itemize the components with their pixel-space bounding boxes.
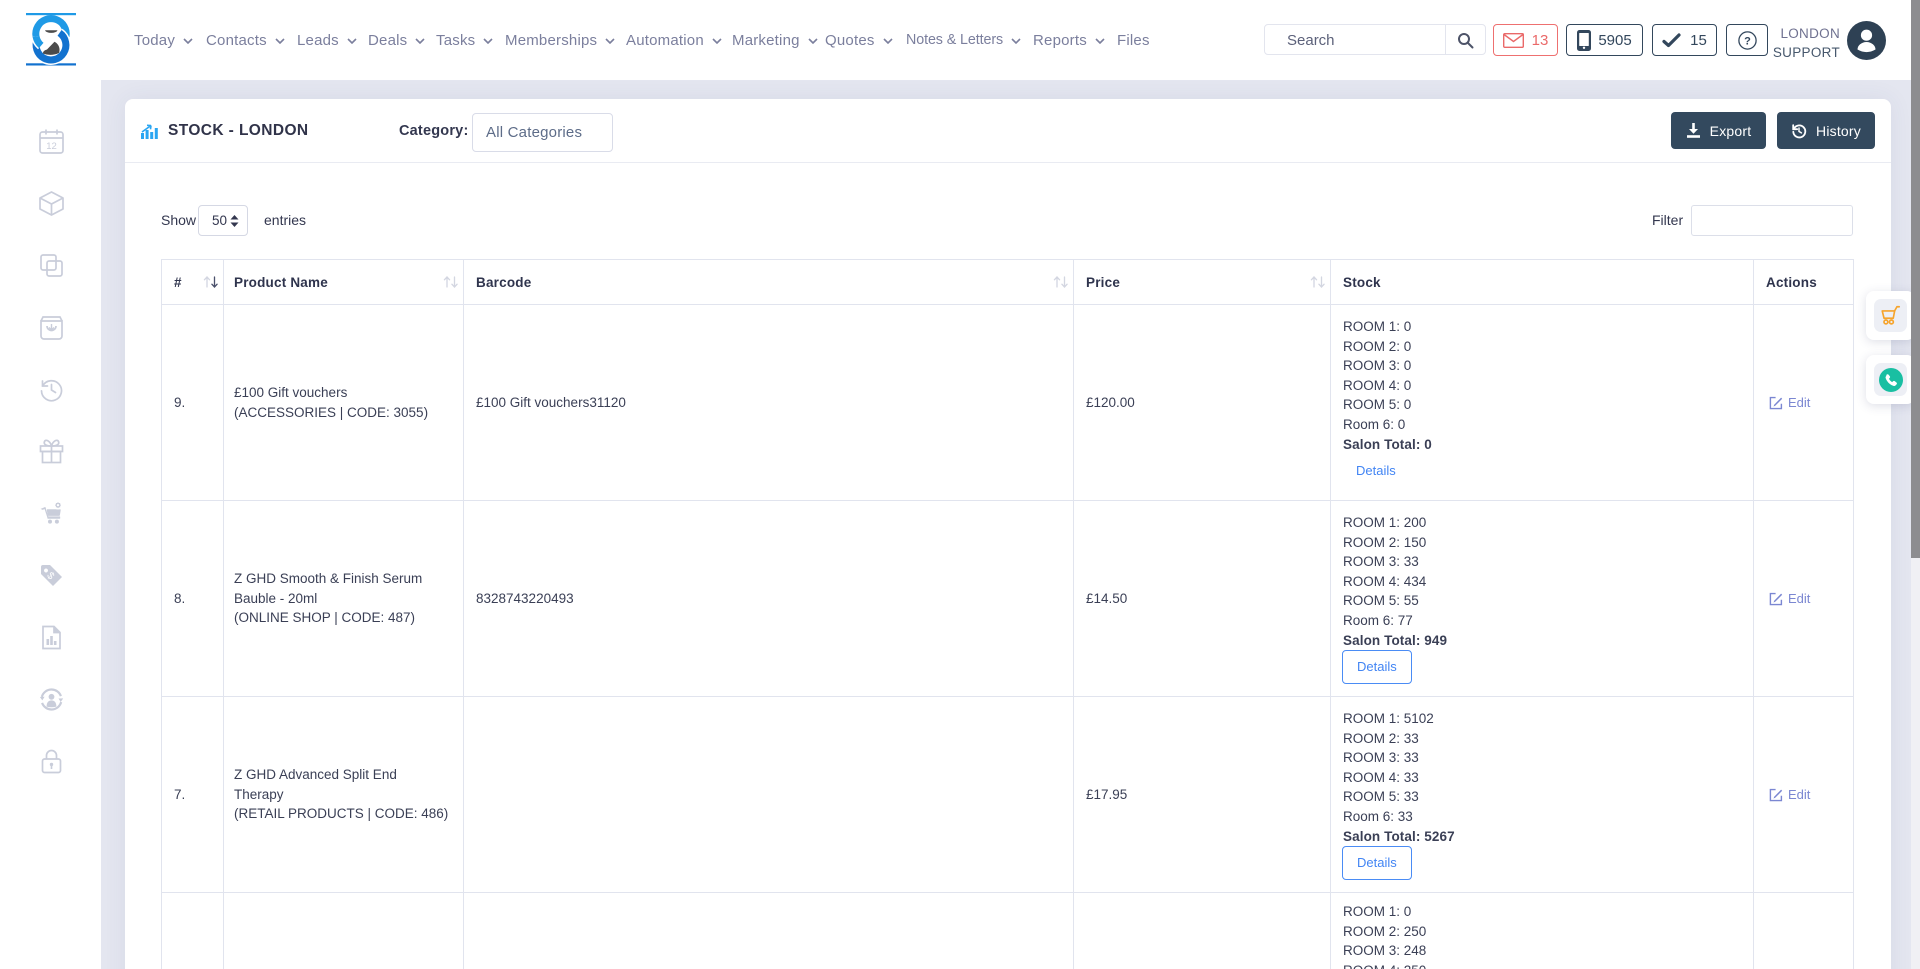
svg-text:?: ? <box>1744 35 1751 47</box>
svg-text:12: 12 <box>46 141 57 152</box>
